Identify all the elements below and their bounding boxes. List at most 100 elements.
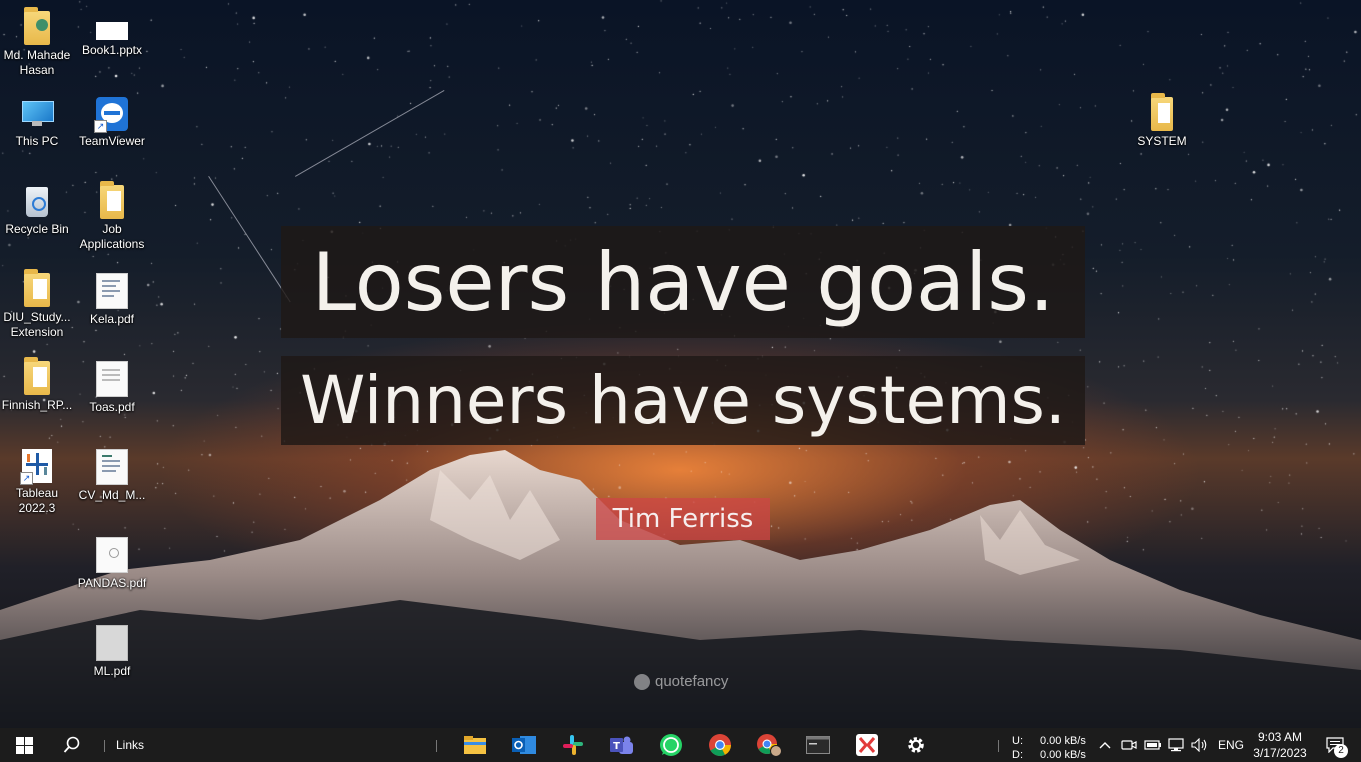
desktop-icon-label: Finnish_RP... bbox=[1, 398, 73, 412]
desktop-icon-user-folder[interactable]: Md. Mahade Hasan bbox=[0, 4, 75, 78]
kingsoft-icon bbox=[856, 734, 878, 756]
desktop: Losers have goals. Winners have systems.… bbox=[0, 0, 1361, 728]
net-up-label: U: bbox=[1012, 735, 1023, 747]
pdf-file-icon bbox=[96, 361, 128, 397]
camera-icon bbox=[1121, 740, 1137, 750]
watermark-text: quotefancy bbox=[655, 673, 729, 690]
desktop-icon-label: CV_Md_M... bbox=[78, 488, 146, 502]
pdf-file-icon bbox=[96, 449, 128, 485]
desktop-icon-label: PANDAS.pdf bbox=[77, 576, 147, 590]
desktop-icon-recycle-bin[interactable]: Recycle Bin bbox=[0, 178, 75, 237]
taskbar-settings[interactable] bbox=[894, 728, 938, 762]
desktop-icon-label: Toas.pdf bbox=[89, 400, 135, 414]
desktop-icon-teamviewer[interactable]: ↗ TeamViewer bbox=[74, 90, 150, 149]
tray-volume[interactable] bbox=[1189, 728, 1211, 762]
desktop-icon-label: TeamViewer bbox=[79, 134, 145, 148]
folder-icon bbox=[1151, 93, 1173, 131]
net-up-value: 0.00 kB/s bbox=[1040, 735, 1086, 747]
start-button[interactable] bbox=[0, 728, 48, 762]
terminal-icon bbox=[806, 736, 830, 754]
pdf-file-icon bbox=[96, 273, 128, 309]
desktop-icon-system[interactable]: SYSTEM bbox=[1124, 90, 1200, 149]
pptx-file-icon bbox=[96, 22, 128, 40]
teams-icon: T bbox=[610, 736, 633, 754]
input-language: ENG bbox=[1217, 738, 1244, 752]
tray-language[interactable]: ENG bbox=[1213, 728, 1249, 762]
taskbar-chrome[interactable] bbox=[698, 728, 742, 762]
taskbar-outlook[interactable] bbox=[502, 728, 546, 762]
desktop-icon-job-applications[interactable]: Job Applications bbox=[74, 178, 150, 252]
quotefancy-logo-icon bbox=[634, 673, 650, 690]
desktop-icon-label: ML.pdf bbox=[93, 664, 131, 678]
desktop-icon-label: SYSTEM bbox=[1137, 134, 1187, 148]
pdf-file-icon bbox=[96, 537, 128, 573]
toolbar-separator bbox=[104, 740, 105, 752]
links-toolbar[interactable]: Links bbox=[110, 728, 154, 762]
slack-icon bbox=[563, 735, 583, 755]
links-toolbar-label: Links bbox=[116, 738, 145, 752]
chrome-profile-icon bbox=[757, 734, 782, 757]
tray-network[interactable] bbox=[1166, 728, 1188, 762]
desktop-icon-toas[interactable]: Toas.pdf bbox=[74, 354, 150, 415]
shortcut-arrow-icon: ↗ bbox=[94, 120, 107, 133]
search-icon bbox=[63, 736, 80, 753]
chrome-icon bbox=[709, 734, 731, 756]
folder-icon bbox=[24, 269, 50, 307]
whatsapp-icon bbox=[660, 734, 682, 756]
desktop-icon-pandas[interactable]: PANDAS.pdf bbox=[74, 530, 150, 591]
shortcut-arrow-icon: ↗ bbox=[20, 472, 33, 485]
taskbar-teams[interactable]: T bbox=[600, 728, 644, 762]
quotefancy-watermark: quotefancy bbox=[634, 673, 728, 690]
desktop-icon-label: Md. Mahade Hasan bbox=[3, 48, 71, 77]
user-folder-icon bbox=[24, 7, 50, 45]
desktop-icon-label: Job Applications bbox=[79, 222, 145, 251]
tableau-icon: ↗ bbox=[20, 449, 52, 485]
taskbar-chrome-profile[interactable] bbox=[747, 728, 791, 762]
desktop-icon-kela[interactable]: Kela.pdf bbox=[74, 266, 150, 327]
taskbar-file-explorer[interactable] bbox=[453, 728, 497, 762]
outlook-icon bbox=[512, 736, 536, 754]
windows-logo-icon bbox=[15, 736, 33, 754]
taskbar-whatsapp[interactable] bbox=[649, 728, 693, 762]
folder-icon bbox=[100, 181, 124, 219]
taskbar-terminal[interactable] bbox=[796, 728, 840, 762]
tray-clock[interactable]: 9:03 AM 3/17/2023 bbox=[1250, 728, 1310, 762]
desktop-icon-book1[interactable]: Book1.pptx bbox=[74, 4, 150, 58]
desktop-icon-this-pc[interactable]: This PC bbox=[0, 90, 75, 149]
desktop-icon-label: DIU_Study... Extension bbox=[3, 310, 71, 339]
monitor-icon bbox=[20, 97, 54, 131]
folder-icon bbox=[24, 357, 50, 395]
desktop-icon-finnish[interactable]: Finnish_RP... bbox=[0, 354, 75, 413]
tray-meet-now[interactable] bbox=[1118, 728, 1140, 762]
desktop-icon-label: Kela.pdf bbox=[89, 312, 135, 326]
action-center-button[interactable]: 2 bbox=[1318, 728, 1352, 762]
desktop-icon-label: Tableau 2022.3 bbox=[15, 486, 59, 515]
taskbar-slack[interactable] bbox=[551, 728, 595, 762]
tray-battery[interactable] bbox=[1142, 728, 1164, 762]
quote-line-1: Losers have goals. bbox=[281, 226, 1085, 338]
taskbar: Links T U: D: 0.00 kB/s 0.00 kB/s ENG 9:… bbox=[0, 728, 1361, 762]
show-hidden-icons-button[interactable] bbox=[1094, 728, 1116, 762]
search-button[interactable] bbox=[50, 728, 94, 762]
battery-charging-icon bbox=[1144, 740, 1161, 750]
svg-text:T: T bbox=[613, 741, 620, 752]
file-explorer-icon bbox=[464, 736, 486, 754]
net-down-label: D: bbox=[1012, 749, 1023, 761]
desktop-icon-label: Book1.pptx bbox=[81, 43, 143, 57]
toolbar-separator bbox=[436, 740, 437, 752]
notification-count-badge: 2 bbox=[1334, 744, 1348, 758]
gear-icon bbox=[908, 737, 924, 753]
tray-separator bbox=[998, 740, 999, 752]
teamviewer-icon: ↗ bbox=[94, 97, 128, 133]
speaker-icon bbox=[1191, 738, 1207, 752]
desktop-icon-label: This PC bbox=[15, 134, 59, 148]
clock-date: 3/17/2023 bbox=[1253, 746, 1307, 760]
desktop-icon-ml[interactable]: ML.pdf bbox=[74, 618, 150, 679]
desktop-icon-cv[interactable]: CV_Md_M... bbox=[74, 442, 150, 503]
taskbar-kingsoft[interactable] bbox=[845, 728, 889, 762]
quote-line-2: Winners have systems. bbox=[281, 356, 1085, 445]
quote-author: Tim Ferriss bbox=[596, 498, 770, 540]
desktop-icon-tableau[interactable]: ↗ Tableau 2022.3 bbox=[0, 442, 75, 516]
desktop-icon-diu-study[interactable]: DIU_Study... Extension bbox=[0, 266, 75, 340]
ethernet-icon bbox=[1168, 738, 1184, 752]
